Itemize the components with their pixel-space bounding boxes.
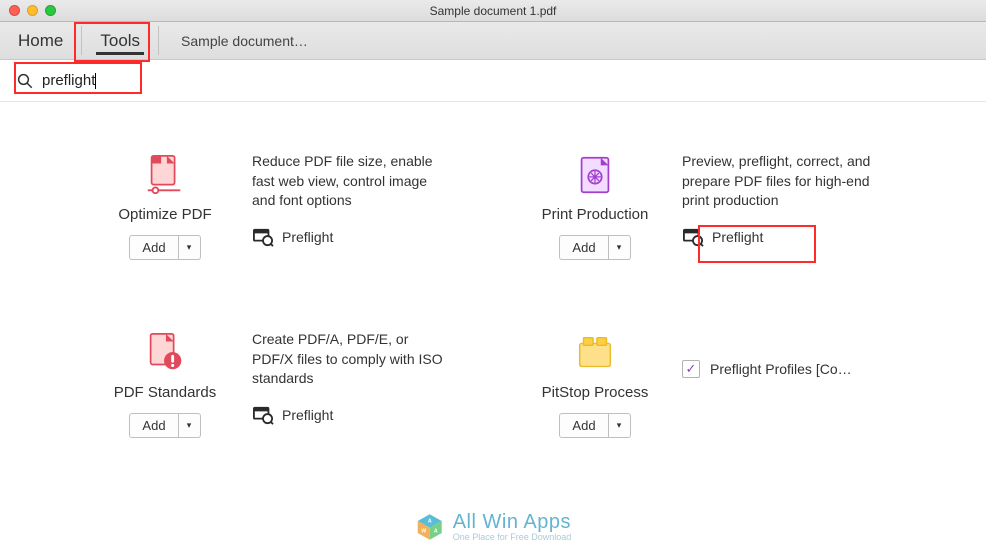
search-value[interactable]: preflight xyxy=(42,72,95,89)
tool-right: ✓ Preflight Profiles [Co… xyxy=(682,330,880,438)
tool-left: PDF Standards Add ▾ xyxy=(100,330,230,438)
add-dropdown-button[interactable]: ▾ xyxy=(609,235,631,260)
tool-left: PitStop Process Add ▾ xyxy=(530,330,660,438)
preflight-link[interactable]: Preflight xyxy=(252,405,450,425)
main-toolbar: Home Tools Sample document… xyxy=(0,22,986,60)
tool-title: Optimize PDF xyxy=(100,206,230,223)
pdf-standards-icon[interactable] xyxy=(142,330,188,376)
tab-tools[interactable]: Tools xyxy=(82,22,158,59)
text-cursor-icon xyxy=(95,73,96,89)
preflight-link[interactable]: Preflight xyxy=(682,227,880,247)
tool-right: Create PDF/A, PDF/E, or PDF/X files to c… xyxy=(252,330,450,438)
print-production-icon[interactable] xyxy=(572,152,618,198)
add-dropdown-button[interactable]: ▾ xyxy=(609,413,631,438)
tab-home-label: Home xyxy=(18,31,63,51)
add-button[interactable]: Add xyxy=(129,413,178,438)
tool-left: Print Production Add ▾ xyxy=(530,152,660,260)
svg-text:A: A xyxy=(434,528,438,534)
add-dropdown-button[interactable]: ▾ xyxy=(179,235,201,260)
tool-pdf-standards: PDF Standards Add ▾ Create PDF/A, PDF/E,… xyxy=(100,330,450,438)
preflight-profiles-label: Preflight Profiles [Co… xyxy=(710,361,852,377)
tool-description: Preview, preflight, correct, and prepare… xyxy=(682,152,880,211)
add-button-group: Add ▾ xyxy=(129,235,200,260)
preflight-label: Preflight xyxy=(282,229,333,245)
add-button-group: Add ▾ xyxy=(559,413,630,438)
tool-left: Optimize PDF Add ▾ xyxy=(100,152,230,260)
tools-grid: Optimize PDF Add ▾ Reduce PDF file size,… xyxy=(0,102,986,458)
preflight-label: Preflight xyxy=(712,229,763,245)
cube-icon: A W A xyxy=(415,512,445,542)
tool-print-production: Print Production Add ▾ Preview, prefligh… xyxy=(530,152,880,260)
preflight-icon xyxy=(252,227,274,247)
tool-right: Preview, preflight, correct, and prepare… xyxy=(682,152,880,260)
tool-description: Reduce PDF file size, enable fast web vi… xyxy=(252,152,450,211)
pitstop-process-icon[interactable] xyxy=(572,330,618,376)
tab-document[interactable]: Sample document… xyxy=(159,22,330,59)
tab-tools-label: Tools xyxy=(100,31,140,51)
preflight-icon xyxy=(682,227,704,247)
watermark: A W A All Win Apps One Place for Free Do… xyxy=(415,511,572,542)
add-dropdown-button[interactable]: ▾ xyxy=(179,413,201,438)
add-button[interactable]: Add xyxy=(559,235,608,260)
add-button-group: Add ▾ xyxy=(559,235,630,260)
preflight-label: Preflight xyxy=(282,407,333,423)
tool-title: PitStop Process xyxy=(530,384,660,401)
tool-pitstop-process: PitStop Process Add ▾ ✓ Preflight Profil… xyxy=(530,330,880,438)
tab-home[interactable]: Home xyxy=(0,22,81,59)
svg-text:W: W xyxy=(421,528,426,534)
watermark-text: All Win Apps xyxy=(453,511,572,534)
tool-right: Reduce PDF file size, enable fast web vi… xyxy=(252,152,450,260)
preflight-profiles-link[interactable]: ✓ Preflight Profiles [Co… xyxy=(682,360,880,378)
tool-title: PDF Standards xyxy=(100,384,230,401)
titlebar: Sample document 1.pdf xyxy=(0,0,986,22)
optimize-pdf-icon[interactable] xyxy=(142,152,188,198)
add-button[interactable]: Add xyxy=(129,235,178,260)
preflight-icon xyxy=(252,405,274,425)
check-glyph: ✓ xyxy=(686,361,697,377)
search-bar: preflight xyxy=(0,60,986,102)
watermark-text-wrap: All Win Apps One Place for Free Download xyxy=(453,511,572,542)
add-button[interactable]: Add xyxy=(559,413,608,438)
add-button-group: Add ▾ xyxy=(129,413,200,438)
tool-description: Create PDF/A, PDF/E, or PDF/X files to c… xyxy=(252,330,450,389)
window-title: Sample document 1.pdf xyxy=(0,4,986,18)
preflight-link[interactable]: Preflight xyxy=(252,227,450,247)
tab-document-label: Sample document… xyxy=(181,33,308,49)
watermark-subtext: One Place for Free Download xyxy=(453,532,572,542)
tab-underline xyxy=(96,52,144,55)
tool-optimize-pdf: Optimize PDF Add ▾ Reduce PDF file size,… xyxy=(100,152,450,260)
search-icon xyxy=(16,72,34,90)
svg-text:A: A xyxy=(428,518,432,524)
tool-title: Print Production xyxy=(530,206,660,223)
checkbox-checked-icon: ✓ xyxy=(682,360,700,378)
